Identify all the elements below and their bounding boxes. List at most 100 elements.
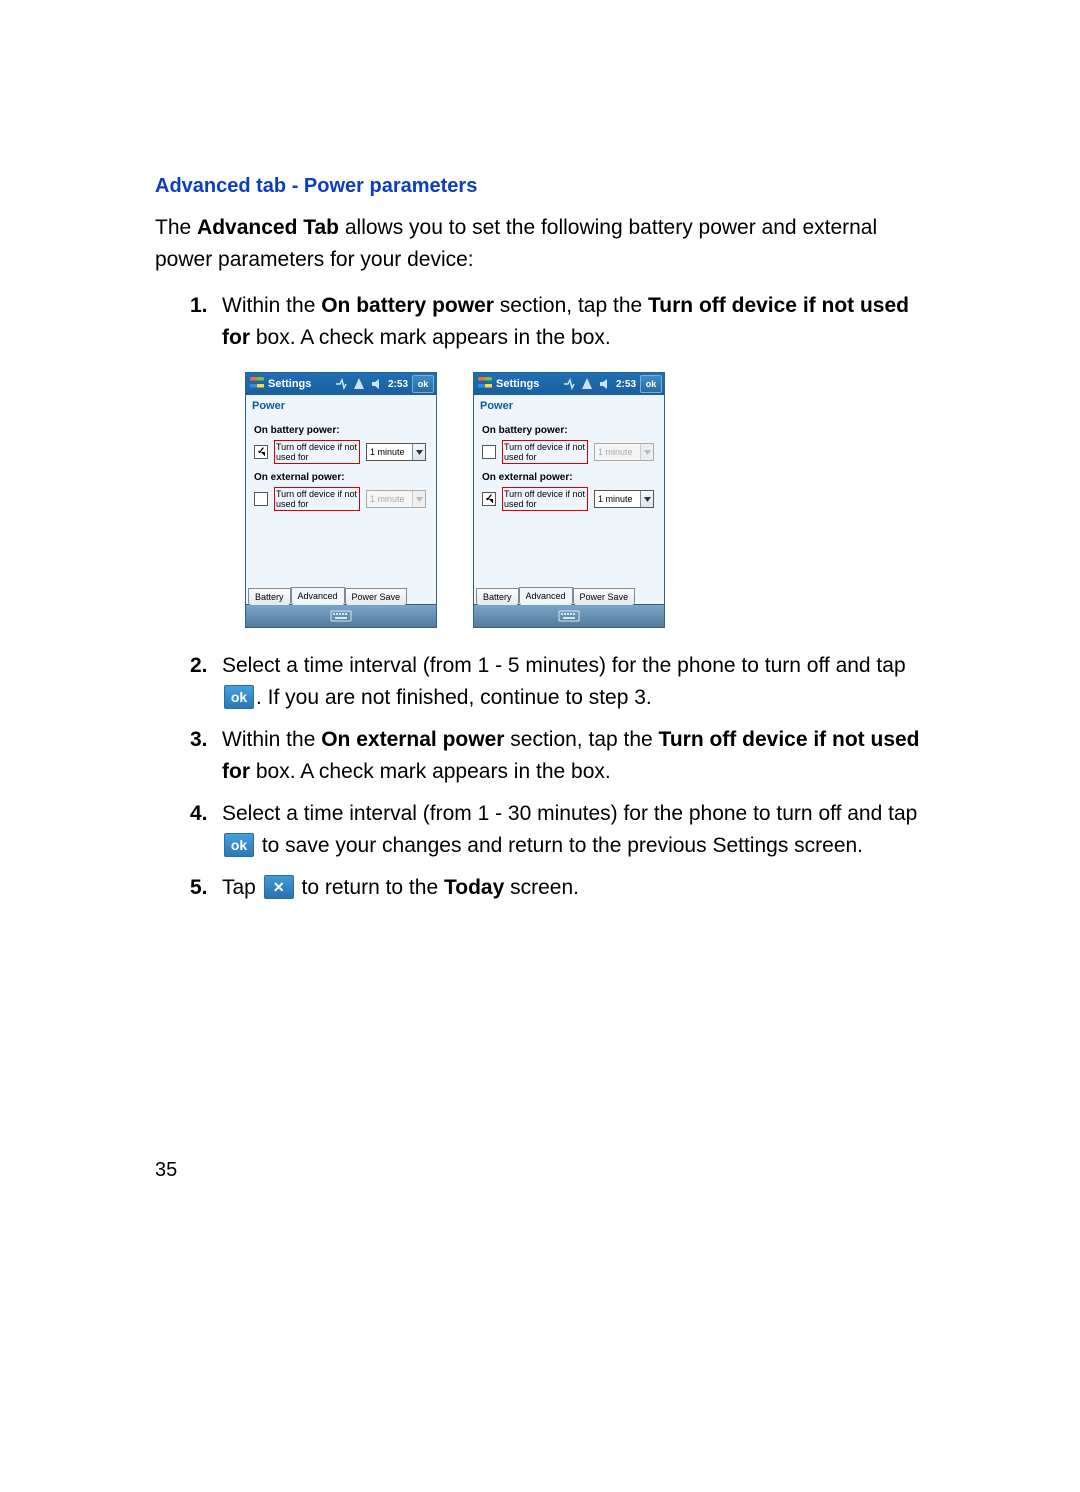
tab-advanced[interactable]: Advanced [291, 587, 345, 605]
clock: 2:53 [388, 379, 408, 390]
chevron-down-icon [640, 491, 653, 507]
connectivity-icon[interactable] [561, 376, 577, 392]
battery-row: Turn off device if not used for 1 minute [254, 440, 428, 464]
t: section, tap the [494, 294, 648, 317]
tab-advanced[interactable]: Advanced [519, 587, 573, 605]
step-4: 4. Select a time interval (from 1 - 30 m… [190, 798, 925, 862]
title-text: Settings [268, 378, 311, 390]
tab-power-save[interactable]: Power Save [573, 588, 636, 605]
external-group-label: On external power: [254, 472, 428, 483]
external-check-label[interactable]: Turn off device if not used for [274, 487, 360, 511]
tab-power-save[interactable]: Power Save [345, 588, 408, 605]
ok-inline-button[interactable]: ok [224, 833, 254, 857]
signal-icon[interactable] [351, 376, 367, 392]
volume-icon[interactable] [597, 376, 613, 392]
step-text: Select a time interval (from 1 - 5 minut… [222, 650, 925, 714]
signal-icon[interactable] [579, 376, 595, 392]
external-interval-dropdown: 1 minute [366, 490, 426, 508]
t: to return to the [296, 876, 444, 899]
step-number: 5. [190, 872, 222, 904]
battery-group-label: On battery power: [254, 425, 428, 436]
step-number: 1. [190, 290, 222, 354]
panel-content: On battery power: Turn off device if not… [246, 417, 436, 582]
app-header: Power [474, 395, 664, 417]
section-heading: Advanced tab - Power parameters [155, 175, 925, 198]
ok-button[interactable]: ok [412, 375, 434, 393]
ok-inline-button[interactable]: ok [224, 685, 254, 709]
tab-battery[interactable]: Battery [248, 588, 291, 605]
keyboard-icon[interactable] [558, 608, 580, 625]
battery-checkbox[interactable] [254, 445, 268, 459]
clock: 2:53 [616, 379, 636, 390]
t: box. A check mark appears in the box. [250, 326, 611, 349]
device-screenshot-left: Settings 2:53 ok Power On battery power:… [245, 372, 437, 628]
t: . If you are not finished, continue to s… [256, 686, 652, 709]
step-text: Within the On battery power section, tap… [222, 290, 925, 354]
battery-row: Turn off device if not used for 1 minute [482, 440, 656, 464]
dropdown-value: 1 minute [595, 447, 640, 457]
ok-button[interactable]: ok [640, 375, 662, 393]
step-2: 2. Select a time interval (from 1 - 5 mi… [190, 650, 925, 714]
t: On external power [321, 728, 504, 751]
start-icon[interactable] [250, 377, 264, 391]
step-number: 3. [190, 724, 222, 788]
titlebar: Settings 2:53 ok [246, 373, 436, 395]
volume-icon[interactable] [369, 376, 385, 392]
step-5: 5. Tap to return to the Today screen. [190, 872, 925, 904]
battery-check-label[interactable]: Turn off device if not used for [274, 440, 360, 464]
step-number: 2. [190, 650, 222, 714]
titlebar: Settings 2:53 ok [474, 373, 664, 395]
step-text: Within the On external power section, ta… [222, 724, 925, 788]
tab-bar: Battery Advanced Power Save [246, 582, 436, 604]
external-check-label[interactable]: Turn off device if not used for [502, 487, 588, 511]
step-1: 1. Within the On battery power section, … [190, 290, 925, 354]
external-group-label: On external power: [482, 472, 656, 483]
t: Select a time interval (from 1 - 5 minut… [222, 654, 906, 677]
steps-list-cont: 2. Select a time interval (from 1 - 5 mi… [155, 650, 925, 904]
tab-battery[interactable]: Battery [476, 588, 519, 605]
soft-key-bar [246, 604, 436, 627]
external-interval-dropdown[interactable]: 1 minute [594, 490, 654, 508]
t: to save your changes and return to the p… [256, 834, 863, 857]
app-header: Power [246, 395, 436, 417]
device-screenshot-right: Settings 2:53 ok Power On battery power:… [473, 372, 665, 628]
chevron-down-icon [640, 444, 653, 460]
close-inline-button[interactable] [264, 875, 294, 899]
document-page: Advanced tab - Power parameters The Adva… [0, 0, 1080, 1492]
t: box. A check mark appears in the box. [250, 760, 611, 783]
external-row: Turn off device if not used for 1 minute [482, 487, 656, 511]
title-text: Settings [496, 378, 539, 390]
t: Select a time interval (from 1 - 30 minu… [222, 802, 917, 825]
step-number: 4. [190, 798, 222, 862]
soft-key-bar [474, 604, 664, 627]
connectivity-icon[interactable] [333, 376, 349, 392]
t: Today [444, 876, 504, 899]
chevron-down-icon [412, 444, 425, 460]
step-3: 3. Within the On external power section,… [190, 724, 925, 788]
t: screen. [504, 876, 579, 899]
t: Within the [222, 294, 321, 317]
chevron-down-icon [412, 491, 425, 507]
external-checkbox[interactable] [254, 492, 268, 506]
intro-bold: Advanced Tab [197, 216, 339, 239]
battery-group-label: On battery power: [482, 425, 656, 436]
battery-interval-dropdown: 1 minute [594, 443, 654, 461]
external-checkbox[interactable] [482, 492, 496, 506]
external-row: Turn off device if not used for 1 minute [254, 487, 428, 511]
battery-check-label[interactable]: Turn off device if not used for [502, 440, 588, 464]
step-text: Select a time interval (from 1 - 30 minu… [222, 798, 925, 862]
dropdown-value: 1 minute [367, 494, 412, 504]
intro-text-pre: The [155, 216, 197, 239]
start-icon[interactable] [478, 377, 492, 391]
dropdown-value: 1 minute [367, 447, 412, 457]
intro-paragraph: The Advanced Tab allows you to set the f… [155, 212, 925, 276]
t: Within the [222, 728, 321, 751]
step-text: Tap to return to the Today screen. [222, 872, 925, 904]
battery-interval-dropdown[interactable]: 1 minute [366, 443, 426, 461]
t: On battery power [321, 294, 494, 317]
battery-checkbox[interactable] [482, 445, 496, 459]
t: Tap [222, 876, 262, 899]
figure-row: Settings 2:53 ok Power On battery power:… [245, 372, 925, 628]
keyboard-icon[interactable] [330, 608, 352, 625]
steps-list: 1. Within the On battery power section, … [155, 290, 925, 354]
